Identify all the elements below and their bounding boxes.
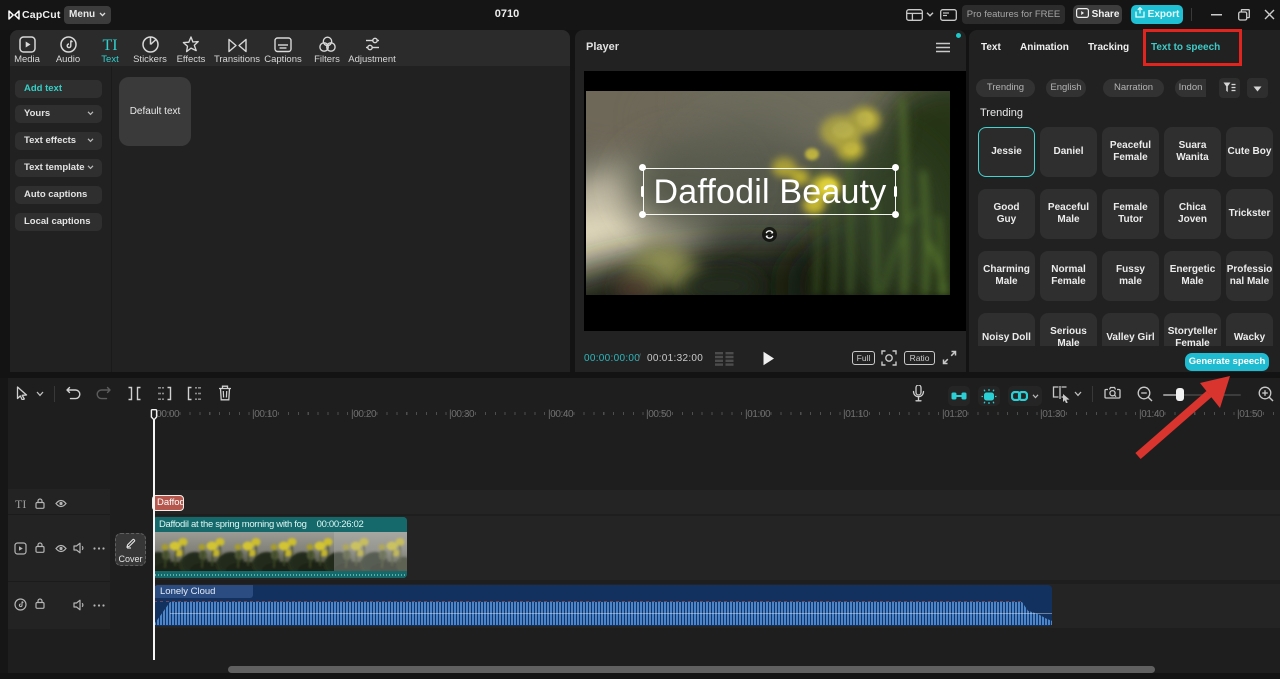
svg-text:TI: TI bbox=[102, 37, 117, 53]
